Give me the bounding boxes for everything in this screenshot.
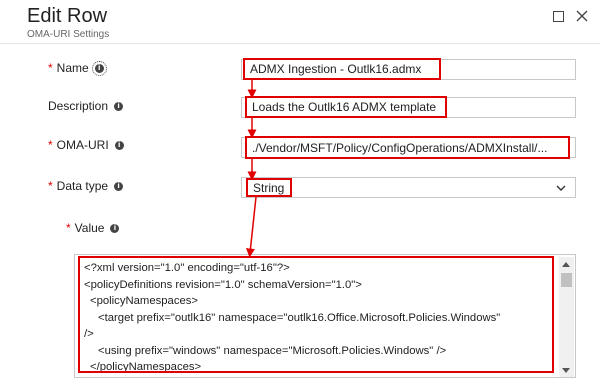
value-label: * Value i (66, 221, 120, 235)
info-icon[interactable]: i (110, 223, 120, 233)
close-button[interactable] (574, 8, 590, 24)
chevron-down-icon (556, 185, 566, 191)
scroll-up-icon[interactable] (562, 262, 570, 267)
info-icon[interactable]: i (114, 140, 124, 150)
blade-header: Edit Row OMA-URI Settings (0, 0, 600, 44)
value-highlight: <?xml version="1.0" encoding="utf-16"?> … (78, 256, 554, 373)
code-line: <target prefix="outlk16" namespace="outl… (98, 312, 501, 324)
maximize-icon (552, 10, 564, 22)
page-subtitle: OMA-URI Settings (27, 29, 110, 40)
oma-uri-input[interactable]: ./Vendor/MSFT/Policy/ConfigOperations/AD… (245, 136, 570, 159)
name-input[interactable]: ADMX Ingestion - Outlk16.admx (243, 58, 441, 80)
info-icon[interactable]: i (114, 181, 124, 191)
code-line: <using prefix="windows" namespace="Micro… (98, 345, 447, 357)
maximize-button[interactable] (550, 8, 566, 24)
description-input[interactable]: Loads the Outlk16 ADMX template (245, 96, 447, 118)
page-title: Edit Row (27, 5, 108, 27)
close-icon (576, 10, 588, 22)
code-line: <?xml version="1.0" encoding="utf-16"?> (84, 262, 290, 274)
oma-uri-label: * OMA-URI i (48, 138, 124, 152)
code-line: <policyDefinitions revision="1.0" schema… (84, 279, 362, 291)
description-label: Description i (48, 99, 124, 113)
info-icon[interactable]: i (91, 60, 107, 76)
data-type-selected-value: String (246, 178, 292, 197)
code-line: <policyNamespaces> (90, 295, 199, 307)
scroll-thumb[interactable] (561, 273, 572, 287)
name-label: * Name i (48, 60, 107, 76)
arrow-data-type-to-value (246, 196, 257, 258)
info-icon[interactable]: i (114, 101, 124, 111)
scroll-down-icon[interactable] (562, 368, 570, 373)
data-type-label: * Data type i (48, 179, 124, 193)
code-line: /> (84, 328, 94, 340)
code-line: </policyNamespaces> (90, 361, 202, 373)
value-scrollbar[interactable] (559, 257, 574, 377)
